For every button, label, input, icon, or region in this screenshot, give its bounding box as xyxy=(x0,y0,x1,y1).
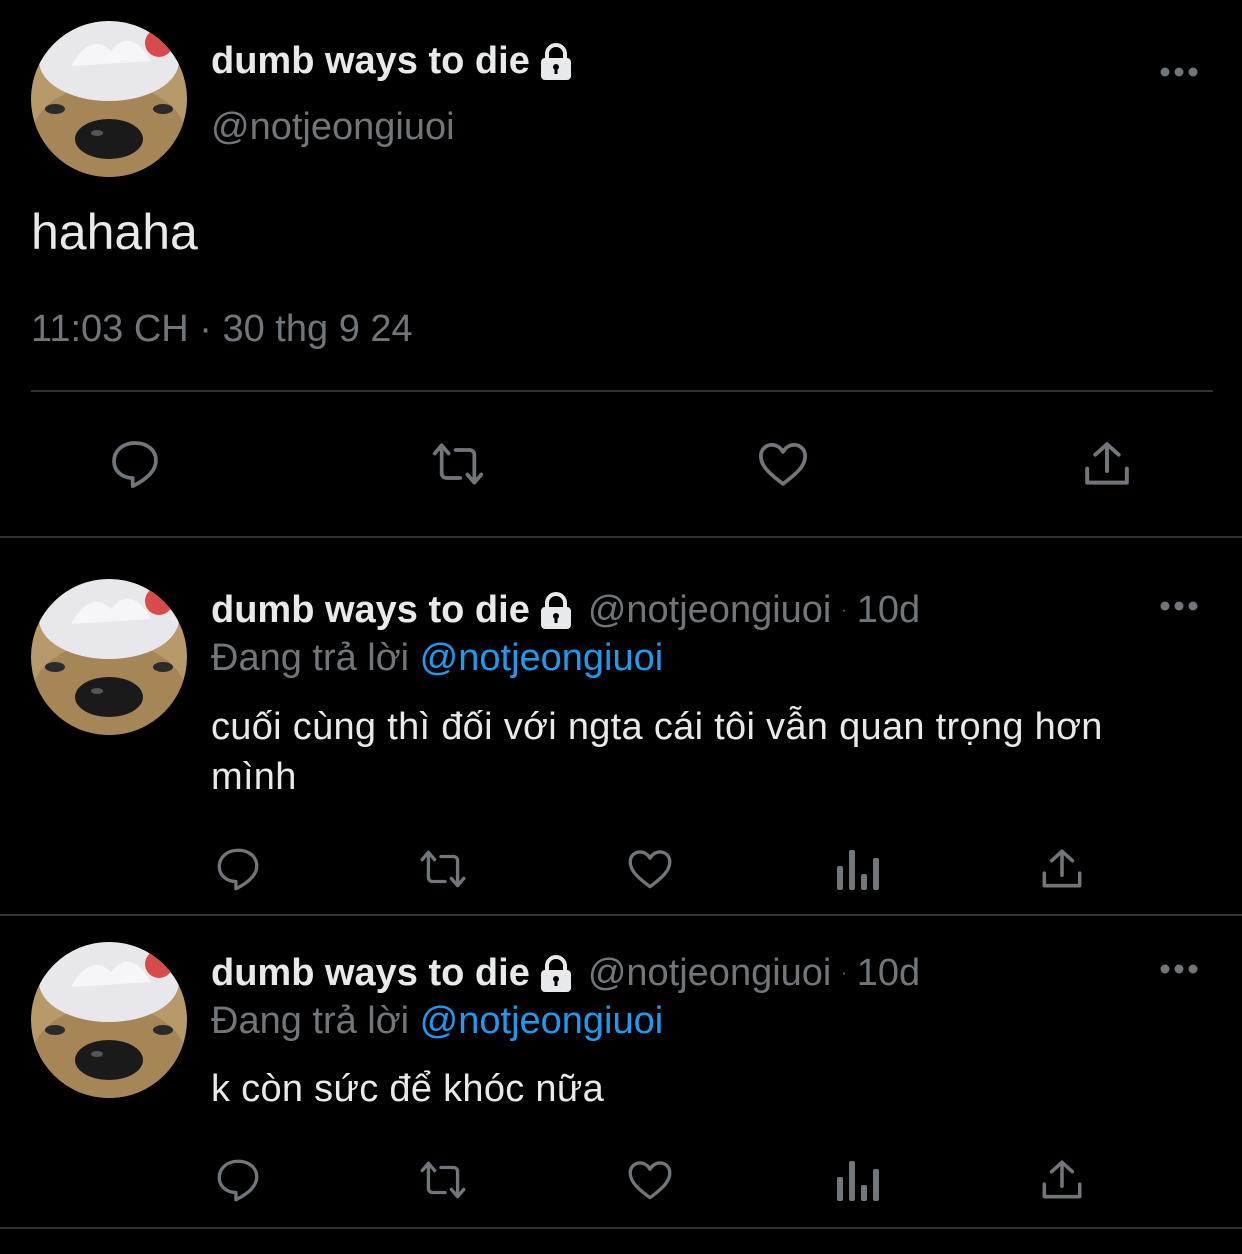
mention-link[interactable]: @notjeongiuoi xyxy=(420,637,664,679)
reply-button[interactable] xyxy=(100,432,170,496)
divider xyxy=(31,390,1213,392)
comment-icon xyxy=(112,441,158,489)
comment-icon xyxy=(217,848,259,891)
display-name[interactable]: dumb ways to die xyxy=(211,589,530,632)
display-name[interactable]: dumb ways to die xyxy=(211,952,530,995)
avatar[interactable] xyxy=(31,579,187,735)
comment-icon xyxy=(217,1159,259,1202)
share-icon xyxy=(1042,849,1082,888)
like-button[interactable] xyxy=(620,839,680,899)
share-button[interactable] xyxy=(1032,839,1092,899)
share-button[interactable] xyxy=(1032,1150,1092,1210)
views-button[interactable] xyxy=(827,839,887,899)
author-row: dumb ways to die @notjeongiuoi · 10d xyxy=(211,589,920,632)
replying-prefix: Đang trả lời xyxy=(211,1000,410,1042)
lock-icon xyxy=(540,954,571,992)
display-name[interactable]: dumb ways to die xyxy=(211,40,530,83)
mention-link[interactable]: @notjeongiuoi xyxy=(420,1000,664,1042)
share-button[interactable] xyxy=(1072,432,1142,496)
replying-to: Đang trả lời @notjeongiuoi xyxy=(211,1000,663,1043)
heart-icon xyxy=(628,850,672,889)
author-row: dumb ways to die xyxy=(211,40,574,83)
author-handle[interactable]: @notjeongiuoi xyxy=(588,589,832,632)
more-icon[interactable] xyxy=(1159,963,1199,975)
reply-button[interactable] xyxy=(208,1150,268,1210)
relative-time[interactable]: 10d xyxy=(857,952,920,995)
timestamp[interactable]: 11:03 CH · 30 thg 9 24 xyxy=(31,308,413,351)
tweet-text: hahaha xyxy=(31,204,198,260)
like-button[interactable] xyxy=(620,1150,680,1210)
retweet-icon xyxy=(420,1161,466,1199)
analytics-icon xyxy=(837,850,879,890)
heart-icon xyxy=(628,1161,672,1200)
analytics-icon xyxy=(837,1161,879,1201)
author-handle[interactable]: @notjeongiuoi xyxy=(588,952,832,995)
avatar[interactable] xyxy=(31,21,187,177)
tweet-text: k còn sức để khóc nữa xyxy=(211,1068,605,1110)
tweet-text: cuối cùng thì đối với ngta cái tôi vẫn q… xyxy=(211,706,1103,798)
author-handle[interactable]: @notjeongiuoi xyxy=(211,106,455,149)
more-icon[interactable] xyxy=(1159,66,1199,78)
separator-dot: · xyxy=(841,964,847,982)
replying-prefix: Đang trả lời xyxy=(211,637,410,679)
main-tweet[interactable]: dumb ways to die @notjeongiuoi hahaha 11… xyxy=(0,0,1242,538)
lock-icon xyxy=(540,591,571,629)
share-icon xyxy=(1042,1160,1082,1199)
share-icon xyxy=(1085,442,1129,485)
reply-tweet[interactable]: dumb ways to die @notjeongiuoi · 10d Đan… xyxy=(0,916,1242,1229)
more-icon[interactable] xyxy=(1159,600,1199,612)
heart-icon xyxy=(758,443,808,486)
reply-tweet[interactable]: dumb ways to die @notjeongiuoi · 10d Đan… xyxy=(0,537,1242,916)
lock-icon xyxy=(540,42,571,80)
retweet-icon xyxy=(432,443,484,485)
author-row: dumb ways to die @notjeongiuoi · 10d xyxy=(211,952,920,995)
replying-to: Đang trả lời @notjeongiuoi xyxy=(211,637,663,680)
avatar[interactable] xyxy=(31,942,187,1098)
retweet-button[interactable] xyxy=(412,839,474,899)
views-button[interactable] xyxy=(827,1150,887,1210)
like-button[interactable] xyxy=(748,432,818,496)
retweet-button[interactable] xyxy=(423,432,493,496)
retweet-icon xyxy=(420,850,466,888)
separator-dot: · xyxy=(841,601,847,619)
relative-time[interactable]: 10d xyxy=(857,589,920,632)
reply-button[interactable] xyxy=(208,839,268,899)
retweet-button[interactable] xyxy=(412,1150,474,1210)
